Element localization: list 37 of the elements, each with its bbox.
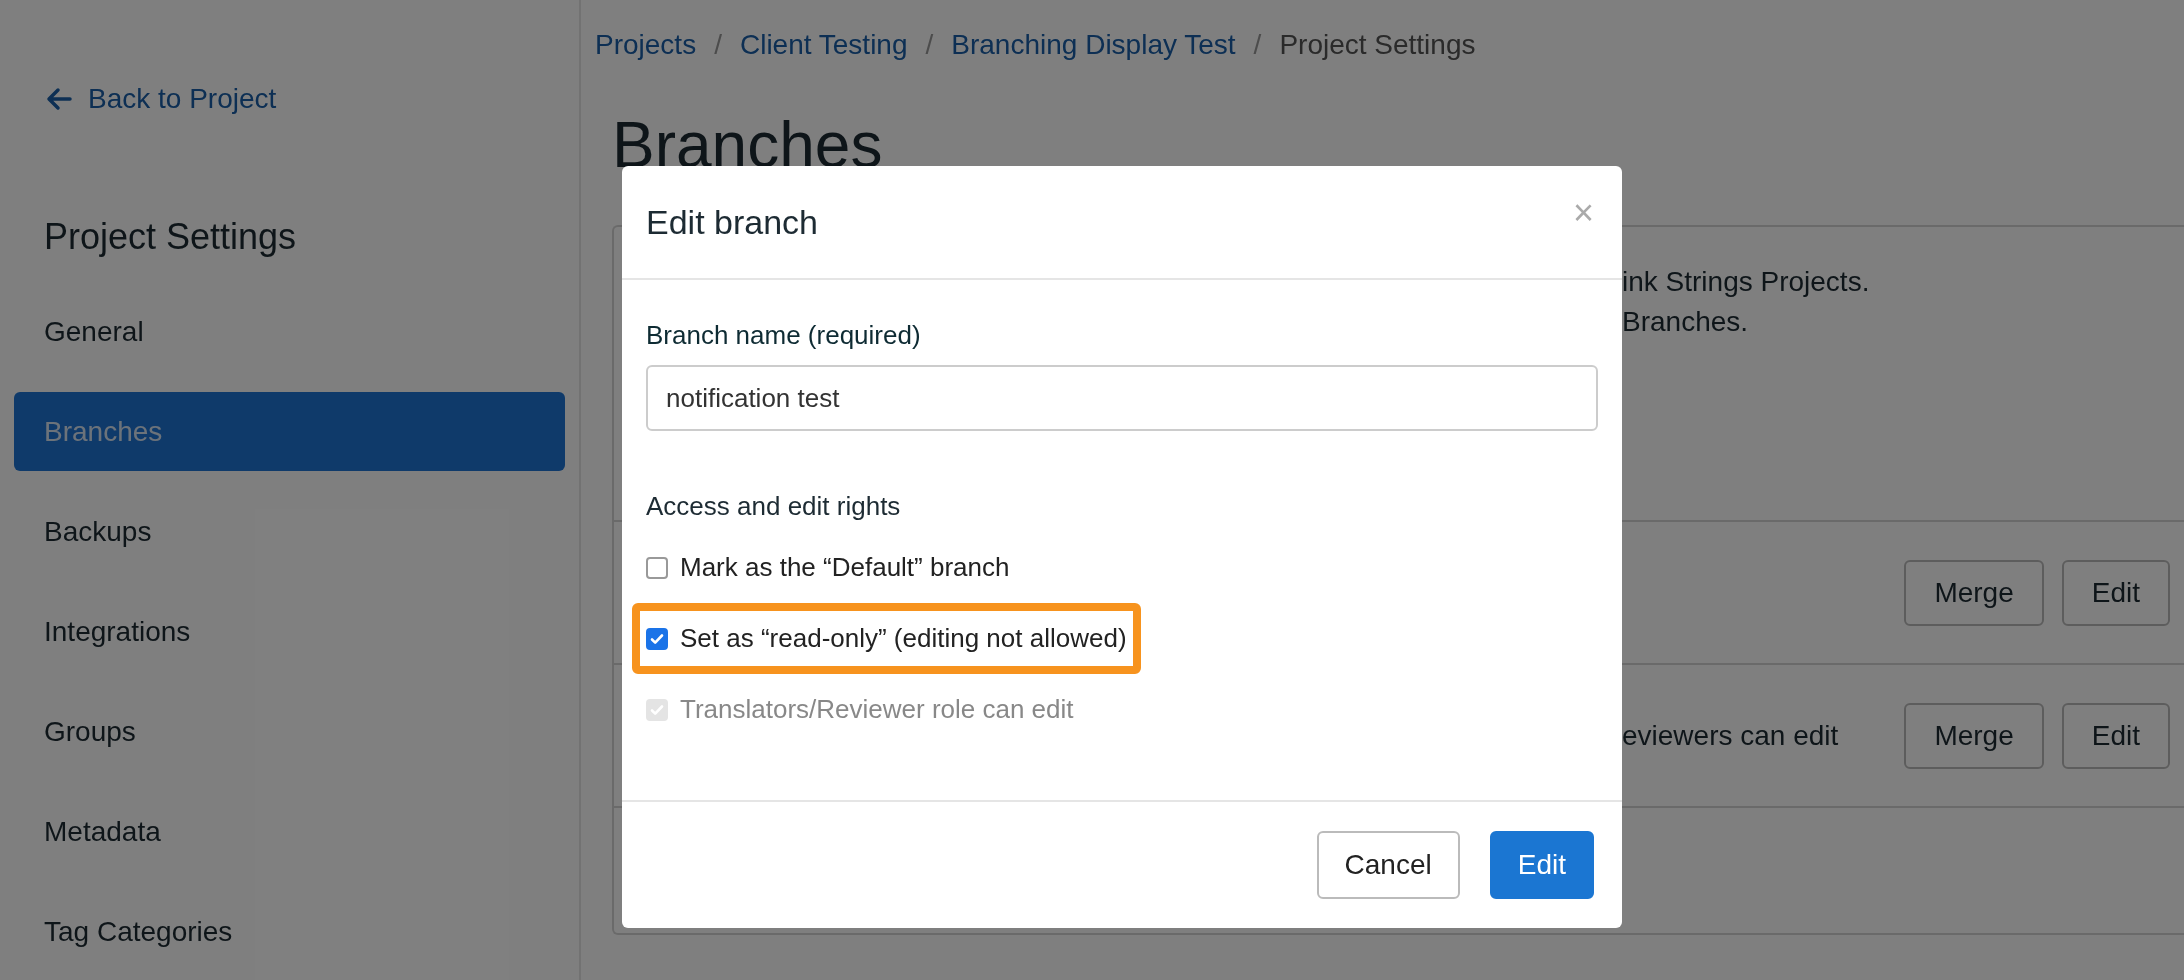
row-button[interactable]: Edit xyxy=(2061,559,2170,626)
sidebar-item[interactable]: Integrations xyxy=(14,592,565,671)
branch-name-field[interactable]: notification test xyxy=(646,365,1598,431)
checkbox-option[interactable]: Set as “read-only” (editing not allowed) xyxy=(646,619,1127,658)
breadcrumb-separator: / xyxy=(925,28,934,62)
breadcrumb-separator: / xyxy=(1253,28,1262,62)
checkbox[interactable] xyxy=(646,627,668,650)
checkbox-option: Translators/Reviewer role can edit xyxy=(646,690,1074,729)
breadcrumb-link[interactable]: Client Testing xyxy=(739,24,908,66)
breadcrumb-current: Project Settings xyxy=(1279,28,1476,62)
row-button[interactable]: Merge xyxy=(1904,702,2044,769)
cancel-button[interactable]: Cancel xyxy=(1316,831,1460,899)
page-title: Branches xyxy=(612,108,883,183)
breadcrumb-separator: / xyxy=(714,28,722,62)
checkbox[interactable] xyxy=(646,556,668,579)
field-label: Branch name (required) xyxy=(646,319,921,352)
sidebar-title: Project Settings xyxy=(44,215,297,259)
sidebar-item[interactable]: General xyxy=(14,292,565,371)
row-button[interactable]: Merge xyxy=(1904,559,2044,626)
description-text: Branches. xyxy=(1622,305,1749,339)
close-button[interactable]: × xyxy=(1568,195,1598,231)
section-label: Access and edit rights xyxy=(646,490,901,523)
sidebar-item[interactable]: Backups xyxy=(14,492,565,571)
sidebar-item[interactable]: Branches xyxy=(14,392,565,471)
sidebar-item[interactable]: Metadata xyxy=(14,792,565,871)
row-button[interactable]: Edit xyxy=(2061,702,2170,769)
row-text: eviewers can edit xyxy=(1622,718,1839,753)
dialog-title: Edit branch xyxy=(646,201,818,243)
sidebar-item[interactable]: Groups xyxy=(14,692,565,771)
description-text: ink Strings Projects. xyxy=(1622,265,1870,299)
checkbox-option[interactable]: Mark as the “Default” branch xyxy=(646,548,1010,587)
arrow-left-icon xyxy=(46,87,72,111)
breadcrumb-link[interactable]: Projects xyxy=(595,24,697,66)
edit-button[interactable]: Edit xyxy=(1489,831,1594,899)
back-link[interactable]: Back to Project xyxy=(46,78,277,120)
breadcrumb-link[interactable]: Branching Display Test xyxy=(951,24,1236,66)
sidebar-item[interactable]: Tag Categories xyxy=(14,892,565,971)
